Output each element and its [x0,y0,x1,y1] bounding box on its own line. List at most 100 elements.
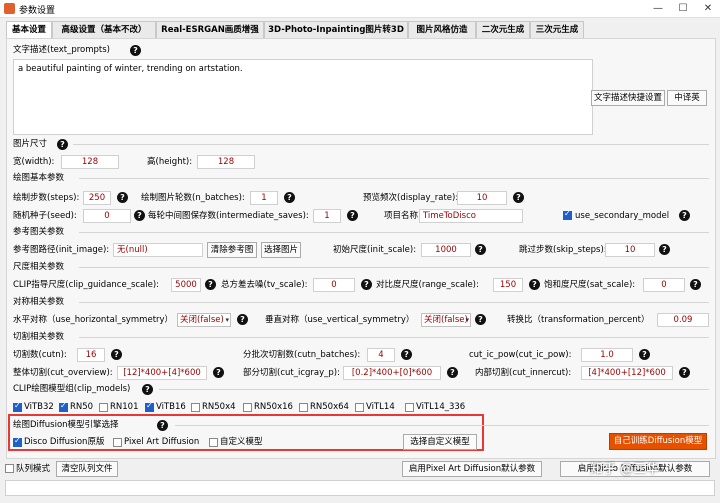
skip-steps-label: 跳过步数(skip_steps): [519,245,607,255]
watermark: 知乎 @三华 [590,462,660,477]
help-icon[interactable]: ? [213,367,224,378]
range-scale-input[interactable]: 150 [493,278,523,292]
choose-custom-model-button[interactable]: 选择自定义模型 [403,434,477,450]
queue-mode-checkbox[interactable] [5,464,14,473]
seed-input[interactable]: 0 [83,209,131,223]
clip-rn50x4-checkbox[interactable] [191,403,200,412]
divider [175,425,709,426]
help-icon[interactable]: ? [361,279,372,290]
steps-input[interactable]: 250 [83,191,111,205]
project-name-input[interactable]: TimeToDisco [419,209,523,223]
clip-vitb16-checkbox[interactable] [145,401,154,412]
horizontal-symmetry-label: 水平对称（use_horizontal_symmetry） [13,315,174,325]
tab-anime[interactable]: 二次元生成 [476,21,530,39]
width-label: 宽(width): [13,157,55,167]
cut-ic-pow-input[interactable]: 1.0 [581,348,633,362]
window-title: 参数设置 [19,6,56,16]
help-icon[interactable]: ? [157,420,168,431]
n-batches-input[interactable]: 1 [250,191,278,205]
cut-innercut-input[interactable]: [4]*400+[12]*600 [581,366,673,380]
help-icon[interactable]: ? [205,279,216,290]
cutn-label: 切割数(cutn): [13,350,67,360]
clip-vitb32-checkbox[interactable] [13,401,22,412]
help-icon[interactable]: ? [284,192,295,203]
app-icon [4,3,15,14]
tv-scale-input[interactable]: 0 [313,278,355,292]
clear-reference-button[interactable]: 清除参考图 [207,242,257,258]
clip-rn101-checkbox[interactable] [99,403,108,412]
quick-prompt-button[interactable]: 文字描述快捷设置 [591,90,665,106]
cut-innercut-label: 内部切割(cut_innercut): [475,368,572,378]
height-input[interactable]: 128 [197,155,255,169]
clip-vitl14-checkbox[interactable] [355,403,364,412]
display-rate-input[interactable]: 10 [457,191,507,205]
help-icon[interactable]: ? [130,45,141,56]
help-icon[interactable]: ? [679,367,690,378]
engine-custom-label: 自定义模型 [220,437,263,447]
help-icon[interactable]: ? [347,210,358,221]
transformation-percent-input[interactable]: 0.09 [657,313,709,327]
init-image-label: 参考图路径(init_image): [13,245,110,255]
scale-params-label: 尺度相关参数 [13,262,65,272]
help-icon[interactable]: ? [401,349,412,360]
help-icon[interactable]: ? [659,244,670,255]
tab-advanced[interactable]: 高级设置（基本不改） [52,21,156,39]
help-icon[interactable]: ? [529,279,540,290]
help-icon[interactable]: ? [237,314,248,325]
init-image-input[interactable]: 无(null) [113,243,203,257]
cutn-input[interactable]: 16 [77,348,105,362]
train-diffusion-button[interactable]: 自己训练Diffusion模型 [609,433,707,450]
clip-rn50-checkbox[interactable] [59,401,68,412]
clip-rn101-label: RN101 [110,402,139,412]
choose-image-button[interactable]: 选择图片 [261,242,301,258]
tab-3d-photo[interactable]: 3D-Photo-Inpainting图片转3D [264,21,408,39]
close-icon[interactable]: ✕ [696,1,720,17]
help-icon[interactable]: ? [57,139,68,150]
help-icon[interactable]: ? [117,192,128,203]
clear-queue-button[interactable]: 清空队列文件 [56,461,118,477]
vertical-symmetry-select[interactable]: 关闭(false) ▾ [421,313,471,327]
divider [73,144,709,145]
engine-disco-checkbox[interactable] [13,436,22,447]
help-icon[interactable]: ? [475,314,486,325]
clip-guidance-label: CLIP指导尺度(clip_guidance_scale): [13,280,160,290]
maximize-icon[interactable]: ☐ [671,1,695,17]
horizontal-symmetry-select[interactable]: 关闭(false) ▾ [177,313,231,327]
help-icon[interactable]: ? [690,279,701,290]
pixel-art-default-button[interactable]: 启用Pixel Art Diffusion默认参数 [402,461,542,477]
intermediate-saves-input[interactable]: 1 [313,209,341,223]
help-icon[interactable]: ? [679,210,690,221]
help-icon[interactable]: ? [513,192,524,203]
chevron-down-icon: ▾ [465,316,469,324]
minimize-icon[interactable]: — [646,1,670,17]
tab-realistic[interactable]: 三次元生成 [530,21,584,39]
cutn-batches-input[interactable]: 4 [367,348,395,362]
text-prompts-input[interactable]: a beautiful painting of winter, trending… [13,59,593,135]
cut-icgray-input[interactable]: [0.2]*400+[0]*600 [343,366,441,380]
help-icon[interactable]: ? [134,210,145,221]
secondary-model-label: use_secondary_model [575,211,670,221]
help-icon[interactable]: ? [475,244,486,255]
cut-overview-input[interactable]: [12]*400+[4]*600 [117,366,207,380]
engine-pixel-art-checkbox[interactable] [113,438,122,447]
help-icon[interactable]: ? [447,367,458,378]
project-name-label: 项目名称 [384,211,419,221]
clip-vitl14-336-checkbox[interactable] [405,403,414,412]
init-scale-input[interactable]: 1000 [421,243,471,257]
translate-button[interactable]: 中译英 [667,90,707,106]
help-icon[interactable]: ? [142,384,153,395]
sat-scale-input[interactable]: 0 [643,278,685,292]
skip-steps-input[interactable]: 10 [605,243,655,257]
clip-guidance-input[interactable]: 5000 [171,278,201,292]
tab-realesrgan[interactable]: Real-ESRGAN画质增强 [156,21,264,39]
engine-custom-checkbox[interactable] [209,438,218,447]
clip-rn50x16-checkbox[interactable] [243,403,252,412]
tab-style-transfer[interactable]: 图片风格仿造 [408,21,476,39]
secondary-model-checkbox[interactable] [563,209,572,220]
width-input[interactable]: 128 [61,155,119,169]
cut-ic-pow-label: cut_ic_pow(cut_ic_pow): [469,350,572,360]
clip-vitb32-label: ViTB32 [24,402,54,412]
clip-rn50x64-checkbox[interactable] [299,403,308,412]
help-icon[interactable]: ? [639,349,650,360]
help-icon[interactable]: ? [111,349,122,360]
